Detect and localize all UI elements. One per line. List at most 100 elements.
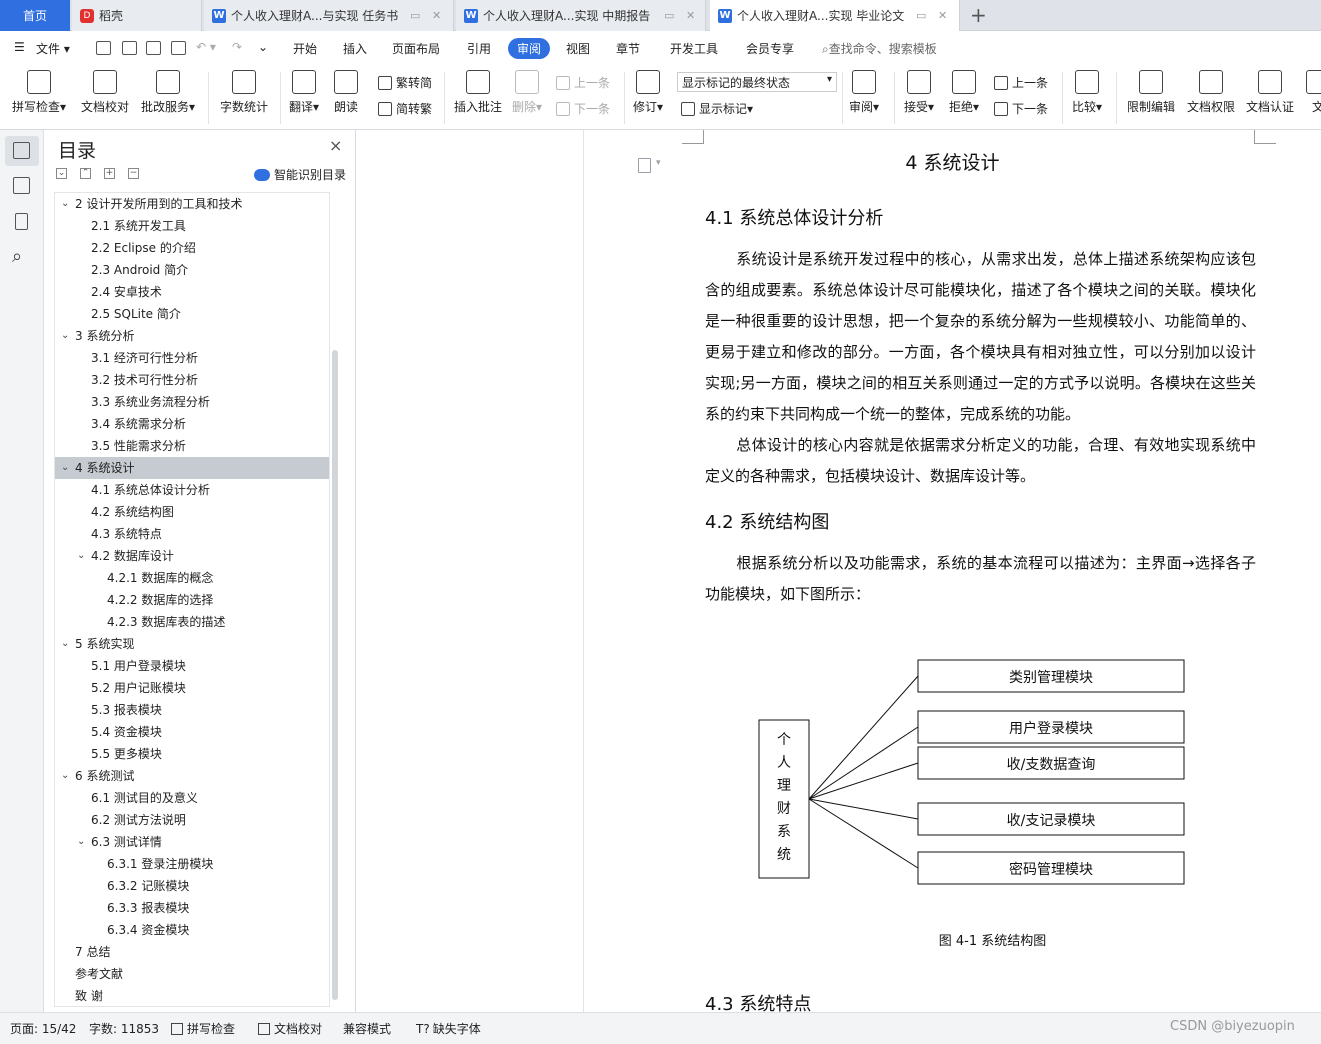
toc-item[interactable]: 4.2.3 数据库表的描述 bbox=[55, 611, 329, 633]
toc-item[interactable]: 5.3 报表模块 bbox=[55, 699, 329, 721]
toc-item[interactable]: ⌄ 5 系统实现 bbox=[55, 633, 329, 655]
new-tab-button[interactable]: + bbox=[970, 3, 987, 27]
status-doc-proof[interactable]: 文档校对 bbox=[258, 1020, 322, 1037]
delete-comment-button[interactable]: 删除▾ bbox=[512, 70, 542, 115]
toc-item[interactable]: 3.5 性能需求分析 bbox=[55, 435, 329, 457]
chevron-down-icon[interactable]: ⌄ bbox=[77, 831, 85, 853]
tab-close-icon[interactable]: ✕ bbox=[938, 9, 947, 22]
preview-icon[interactable] bbox=[171, 41, 186, 55]
smart-toc-button[interactable]: 智能识别目录 bbox=[254, 166, 346, 183]
menu-member[interactable]: 会员专享 bbox=[746, 40, 794, 57]
menu-file[interactable]: 文件 ▾ bbox=[36, 40, 70, 57]
status-spell-check[interactable]: 拼写检查 bbox=[171, 1020, 235, 1037]
toc-item[interactable]: ⌄ 3 系统分析 bbox=[55, 325, 329, 347]
read-aloud-button[interactable]: 朗读 bbox=[334, 70, 358, 115]
toc-item[interactable]: 4.3 系统特点 bbox=[55, 523, 329, 545]
tab-daoke[interactable]: D 稻壳 bbox=[72, 0, 202, 31]
more-ribbon-button[interactable]: 文 bbox=[1306, 70, 1321, 115]
close-icon[interactable]: × bbox=[329, 136, 342, 155]
word-count-button[interactable]: 字数统计 bbox=[220, 70, 268, 115]
toc-item[interactable]: ⌄ 2 设计开发所用到的工具和技术 bbox=[55, 193, 329, 215]
toc-item[interactable]: 5.1 用户登录模块 bbox=[55, 655, 329, 677]
toc-item[interactable]: 4.2.1 数据库的概念 bbox=[55, 567, 329, 589]
toc-item[interactable]: 2.3 Android 简介 bbox=[55, 259, 329, 281]
toc-item[interactable]: 7 总结 bbox=[55, 941, 329, 963]
print-icon[interactable] bbox=[146, 41, 161, 55]
tab-close-icon[interactable]: ✕ bbox=[686, 9, 695, 22]
toc-icon[interactable] bbox=[13, 142, 30, 159]
reject-button[interactable]: 拒绝▾ bbox=[949, 70, 979, 115]
hamburger-icon[interactable]: ☰ bbox=[14, 40, 25, 54]
next-comment-button[interactable]: 下一条 bbox=[556, 100, 610, 117]
chevron-down-icon[interactable]: ⌄ bbox=[61, 457, 69, 479]
toc-item[interactable]: 3.2 技术可行性分析 bbox=[55, 369, 329, 391]
missing-font[interactable]: T? 缺失字体 bbox=[416, 1020, 481, 1037]
toc-item[interactable]: 参考文献 bbox=[55, 963, 329, 985]
chevron-down-icon[interactable]: ⌄ bbox=[61, 633, 69, 655]
toc-item[interactable]: 2.2 Eclipse 的介绍 bbox=[55, 237, 329, 259]
export-icon[interactable] bbox=[122, 41, 137, 55]
bookmark-icon[interactable] bbox=[15, 213, 28, 230]
menu-references[interactable]: 引用 bbox=[467, 40, 491, 57]
menu-layout[interactable]: 页面布局 bbox=[392, 40, 440, 57]
toc-item[interactable]: 2.5 SQLite 简介 bbox=[55, 303, 329, 325]
chevron-down-icon[interactable]: ⌄ bbox=[61, 765, 69, 787]
menu-chapter[interactable]: 章节 bbox=[616, 40, 640, 57]
toc-item[interactable]: 4.2 系统结构图 bbox=[55, 501, 329, 523]
chevron-down-icon[interactable]: ⌄ bbox=[61, 193, 69, 215]
menu-devtools[interactable]: 开发工具 bbox=[670, 40, 718, 57]
quick-access-more-icon[interactable]: ⌄ bbox=[258, 40, 268, 54]
chevron-down-icon[interactable]: ⌄ bbox=[61, 325, 69, 347]
tab-monitor-icon[interactable]: ▭ bbox=[664, 9, 674, 22]
toc-item[interactable]: 致 谢 bbox=[55, 985, 329, 1006]
toc-item[interactable]: 6.3.2 记账模块 bbox=[55, 875, 329, 897]
toc-item[interactable]: 4.2.2 数据库的选择 bbox=[55, 589, 329, 611]
toc-item[interactable]: 5.4 资金模块 bbox=[55, 721, 329, 743]
toc-item[interactable]: 6.3.1 登录注册模块 bbox=[55, 853, 329, 875]
track-changes-button[interactable]: 修订▾ bbox=[633, 70, 663, 115]
toc-item[interactable]: 3.4 系统需求分析 bbox=[55, 413, 329, 435]
toc-item[interactable]: 5.2 用户记账模块 bbox=[55, 677, 329, 699]
toc-item[interactable]: 3.3 系统业务流程分析 bbox=[55, 391, 329, 413]
annotation-service-button[interactable]: 批改服务▾ bbox=[141, 70, 195, 115]
document-page[interactable]: ▾ 4 系统设计 4.1 系统总体设计分析 系统设计是系统开发过程中的核心，从需… bbox=[584, 130, 1321, 1012]
show-marks-button[interactable]: 显示标记 ▾ bbox=[681, 100, 753, 117]
prev-comment-button[interactable]: 上一条 bbox=[556, 74, 610, 91]
translate-button[interactable]: 翻译▾ bbox=[289, 70, 319, 115]
toc-item[interactable]: 6.1 测试目的及意义 bbox=[55, 787, 329, 809]
chapter-nav-icon[interactable] bbox=[13, 177, 30, 194]
toc-item[interactable]: 4.1 系统总体设计分析 bbox=[55, 479, 329, 501]
menu-view[interactable]: 视图 bbox=[566, 40, 590, 57]
tab-monitor-icon[interactable]: ▭ bbox=[410, 9, 420, 22]
chevron-down-icon[interactable]: ⌄ bbox=[77, 545, 85, 567]
tab-close-icon[interactable]: ✕ bbox=[432, 9, 441, 22]
simp-to-trad-button[interactable]: 简转繁 bbox=[378, 100, 432, 117]
mark-state-select[interactable]: 显示标记的最终状态 ▾ bbox=[677, 72, 837, 92]
tab-monitor-icon[interactable]: ▭ bbox=[916, 9, 926, 22]
page-indicator[interactable]: 页面: 15/42 bbox=[10, 1020, 76, 1037]
review-pane-button[interactable]: 审阅▾ bbox=[849, 70, 879, 115]
toc-item[interactable]: ⌄ 6.3 测试详情 bbox=[55, 831, 329, 853]
toc-scrollbar[interactable] bbox=[332, 350, 338, 1000]
next-change-button[interactable]: 下一条 bbox=[994, 100, 1048, 117]
toc-item[interactable]: 6.3.3 报表模块 bbox=[55, 897, 329, 919]
spell-check-button[interactable]: 拼写检查▾ bbox=[12, 70, 66, 115]
menu-insert[interactable]: 插入 bbox=[343, 40, 367, 57]
undo-icon[interactable]: ↶ ▾ bbox=[196, 40, 216, 54]
word-count[interactable]: 字数: 11853 bbox=[89, 1020, 159, 1037]
doc-cert-button[interactable]: 文档认证 bbox=[1246, 70, 1294, 115]
restrict-edit-button[interactable]: 限制编辑 bbox=[1127, 70, 1175, 115]
expand-all-icon[interactable]: ⌃ bbox=[80, 168, 91, 179]
toc-item[interactable]: 6.2 测试方法说明 bbox=[55, 809, 329, 831]
trad-to-simp-button[interactable]: 繁转简 bbox=[378, 74, 432, 91]
redo-icon[interactable]: ↷ bbox=[232, 40, 242, 54]
toc-item[interactable]: 2.4 安卓技术 bbox=[55, 281, 329, 303]
toc-item[interactable]: 2.1 系统开发工具 bbox=[55, 215, 329, 237]
compare-button[interactable]: 比较▾ bbox=[1072, 70, 1102, 115]
menu-start[interactable]: 开始 bbox=[293, 40, 317, 57]
insert-comment-button[interactable]: 插入批注 bbox=[454, 70, 502, 115]
tab-home[interactable]: 首页 bbox=[0, 0, 70, 31]
accept-button[interactable]: 接受▾ bbox=[904, 70, 934, 115]
toc-item[interactable]: 5.5 更多模块 bbox=[55, 743, 329, 765]
demote-icon[interactable]: − bbox=[128, 168, 139, 179]
